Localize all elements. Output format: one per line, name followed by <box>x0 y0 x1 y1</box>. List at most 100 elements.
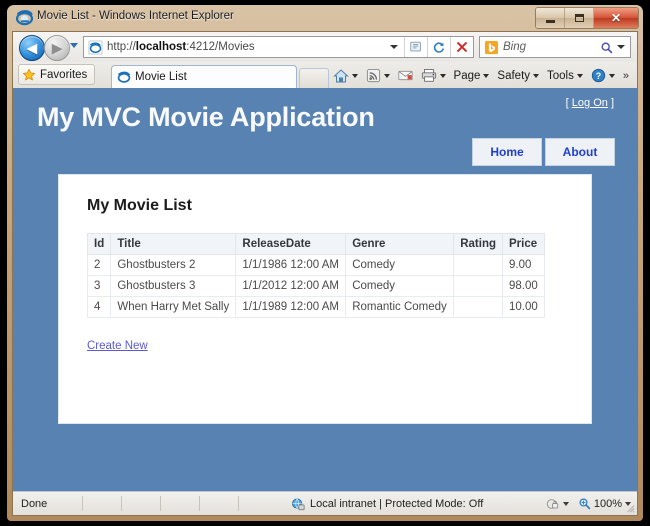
privacy-lock-icon <box>546 498 559 509</box>
window-title: Movie List - Windows Internet Explorer <box>37 10 234 22</box>
tab-favicon-icon <box>117 71 131 83</box>
rss-feed-icon <box>366 68 380 83</box>
search-chevron-down-icon[interactable] <box>617 45 625 49</box>
status-divider <box>160 496 162 511</box>
web-page: [ Log On ] My MVC Movie Application Home… <box>13 88 637 492</box>
column-header-price: Price <box>502 233 545 255</box>
page-chevron-down-icon <box>483 73 490 78</box>
status-bar-right: 100% <box>545 497 631 511</box>
table-header-row: Id Title ReleaseDate Genre Rating Price <box>86 233 545 255</box>
search-icon[interactable] <box>600 41 613 54</box>
address-prefix: http:// <box>107 41 136 53</box>
cell-id: 4 <box>86 296 112 318</box>
new-tab-button[interactable] <box>299 68 329 89</box>
browser-tab-label: Movie List <box>135 71 187 83</box>
back-button[interactable]: ◀ <box>19 35 45 61</box>
favorites-button[interactable]: Favorites <box>18 64 96 85</box>
mail-button[interactable] <box>394 66 417 86</box>
cell-releasedate: 1/1/1986 12:00 AM <box>235 254 347 276</box>
safety-menu-label: Safety <box>497 69 531 82</box>
table-body: 2 Ghostbusters 2 1/1/1986 12:00 AM Comed… <box>86 254 545 318</box>
page-menu-label: Page <box>453 69 481 82</box>
security-zone[interactable]: Local intranet | Protected Mode: Off <box>291 497 483 511</box>
main-navigation: Home About <box>472 138 615 166</box>
site-header: [ Log On ] My MVC Movie Application Home… <box>13 88 637 168</box>
forward-button[interactable]: ▶ <box>44 35 70 61</box>
nav-item-home[interactable]: Home <box>472 138 542 166</box>
cell-title: Ghostbusters 3 <box>110 275 237 297</box>
stop-button[interactable] <box>450 37 473 57</box>
compatibility-view-button[interactable] <box>404 37 427 57</box>
intranet-zone-icon <box>292 497 305 510</box>
security-zone-label: Local intranet | Protected Mode: Off <box>310 497 484 510</box>
nav-item-about[interactable]: About <box>545 138 615 166</box>
table-row: 3 Ghostbusters 3 1/1/2012 12:00 AM Comed… <box>86 275 545 297</box>
logon-link[interactable]: Log On <box>572 97 608 109</box>
column-header-rating: Rating <box>453 233 504 255</box>
home-icon <box>332 68 349 82</box>
create-new-link[interactable]: Create New <box>87 340 148 352</box>
help-menu[interactable]: ? <box>587 66 619 86</box>
table-header: Id Title ReleaseDate Genre Rating Price <box>86 233 545 255</box>
printer-icon <box>421 69 436 82</box>
site-title: My MVC Movie Application <box>37 102 375 132</box>
compatibility-view-icon <box>410 41 421 52</box>
close-button[interactable]: ✕ <box>594 8 638 28</box>
title-bar: Movie List - Windows Internet Explorer ✕ <box>7 5 643 31</box>
print-button[interactable] <box>417 66 450 86</box>
page-menu[interactable]: Page <box>450 66 494 86</box>
resize-grip-icon[interactable] <box>624 502 635 513</box>
table-row: 2 Ghostbusters 2 1/1/1986 12:00 AM Comed… <box>86 254 545 276</box>
column-header-genre: Genre <box>345 233 455 255</box>
privacy-report-button[interactable] <box>545 497 569 511</box>
print-chevron-down-icon[interactable] <box>439 73 446 78</box>
logon-area: [ Log On ] <box>566 97 614 109</box>
tools-chevron-down-icon <box>576 73 583 78</box>
address-path: :4212/Movies <box>186 41 255 53</box>
address-chevron-down-icon[interactable] <box>384 45 404 49</box>
tools-menu[interactable]: Tools <box>543 66 587 86</box>
svg-text:?: ? <box>596 71 601 81</box>
search-input[interactable]: Bing <box>503 41 600 53</box>
cell-genre: Romantic Comedy <box>345 296 455 318</box>
browser-frame: ◀ ▶ http://localhost:4212/Movies Bing Fa… <box>12 31 638 516</box>
status-divider <box>121 496 123 511</box>
forward-arrow-icon: ▶ <box>52 40 62 56</box>
cell-rating <box>453 296 504 318</box>
cell-genre: Comedy <box>345 254 455 276</box>
recent-pages-chevron-down-icon[interactable] <box>70 43 78 48</box>
table-row: 4 When Harry Met Sally 1/1/1989 12:00 AM… <box>86 296 545 318</box>
browser-tab-movie-list[interactable]: Movie List <box>111 65 297 88</box>
page-favicon-icon <box>88 39 103 55</box>
minimize-button[interactable] <box>536 8 565 28</box>
internet-explorer-icon <box>16 10 33 26</box>
star-icon <box>22 68 36 80</box>
cell-rating <box>453 254 504 276</box>
page-viewport: [ Log On ] My MVC Movie Application Home… <box>13 88 637 492</box>
cell-title: Ghostbusters 2 <box>110 254 237 276</box>
command-bar-overflow-button[interactable]: » <box>619 66 633 86</box>
home-button[interactable] <box>329 66 362 86</box>
cell-price: 10.00 <box>502 296 545 318</box>
address-host: localhost <box>135 41 187 53</box>
navigation-bar: ◀ ▶ http://localhost:4212/Movies Bing <box>13 32 637 63</box>
home-chevron-down-icon[interactable] <box>351 73 358 78</box>
window-controls: ✕ <box>535 7 639 29</box>
refresh-button[interactable] <box>427 37 450 57</box>
zoom-level-label: 100% <box>593 497 622 510</box>
feeds-chevron-down-icon[interactable] <box>383 73 390 78</box>
favorites-label: Favorites <box>40 68 88 81</box>
cell-price: 9.00 <box>502 254 545 276</box>
status-divider <box>199 496 201 511</box>
maximize-button[interactable] <box>565 8 594 28</box>
movie-table: Id Title ReleaseDate Genre Rating Price … <box>86 233 545 318</box>
minimize-icon <box>545 19 555 23</box>
refresh-icon <box>433 42 445 53</box>
feeds-button[interactable] <box>362 66 394 86</box>
page-title: My Movie List <box>87 197 192 214</box>
search-box[interactable]: Bing <box>479 36 631 58</box>
cell-id: 2 <box>86 254 112 276</box>
cell-rating <box>453 275 504 297</box>
safety-menu[interactable]: Safety <box>493 66 543 86</box>
address-bar[interactable]: http://localhost:4212/Movies <box>83 36 474 58</box>
